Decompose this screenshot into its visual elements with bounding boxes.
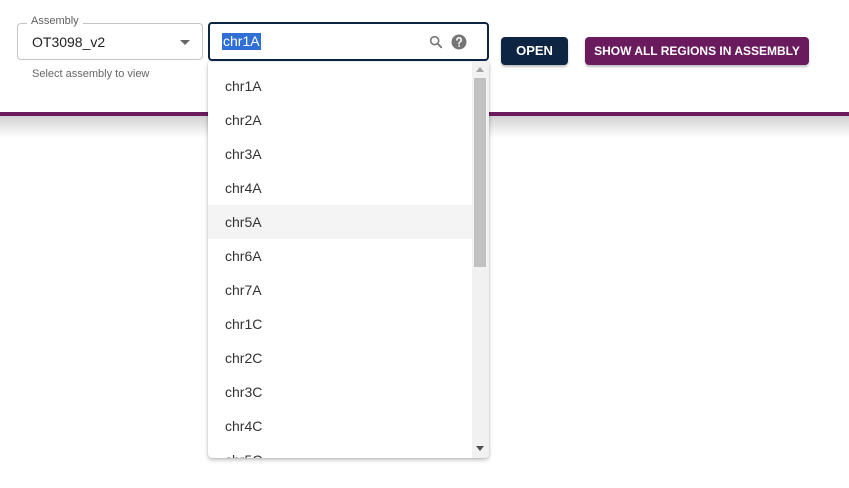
region-search-value[interactable]: chr1A: [222, 33, 261, 50]
region-option[interactable]: chr2A: [208, 103, 472, 137]
region-list: chr1A chr2A chr3A chr4A chr5A chr6A chr7…: [208, 69, 472, 458]
scrollbar-thumb[interactable]: [474, 78, 486, 267]
region-option[interactable]: chr6A: [208, 239, 472, 273]
region-option[interactable]: chr2C: [208, 341, 472, 375]
open-button[interactable]: OPEN: [501, 37, 568, 65]
show-all-regions-button[interactable]: SHOW ALL REGIONS IN ASSEMBLY: [585, 37, 809, 65]
region-option[interactable]: chr3A: [208, 137, 472, 171]
search-icon[interactable]: [428, 34, 444, 50]
region-option[interactable]: chr1A: [208, 69, 472, 103]
scroll-down-arrow-icon[interactable]: [476, 446, 484, 451]
region-dropdown: chr1A chr2A chr3A chr4A chr5A chr6A chr7…: [208, 62, 489, 458]
scroll-up-arrow-icon[interactable]: [476, 67, 484, 72]
dropdown-scrollbar[interactable]: [472, 62, 489, 458]
assembly-legend: Assembly: [27, 15, 83, 27]
region-option[interactable]: chr1C: [208, 307, 472, 341]
region-option[interactable]: chr7A: [208, 273, 472, 307]
region-option[interactable]: chr5C: [208, 443, 472, 458]
page: OT3098_v2 Assembly Select assembly to vi…: [0, 0, 849, 488]
caret-down-icon: [180, 40, 190, 45]
assembly-helper-text: Select assembly to view: [32, 68, 150, 80]
region-search-input[interactable]: chr1A: [208, 22, 489, 61]
assembly-value: OT3098_v2: [32, 34, 106, 50]
region-option[interactable]: chr3C: [208, 375, 472, 409]
assembly-select[interactable]: OT3098_v2: [17, 23, 203, 60]
region-option[interactable]: chr4A: [208, 171, 472, 205]
region-option[interactable]: chr4C: [208, 409, 472, 443]
help-icon[interactable]: [450, 33, 468, 51]
region-option-hovered[interactable]: chr5A: [208, 205, 472, 239]
